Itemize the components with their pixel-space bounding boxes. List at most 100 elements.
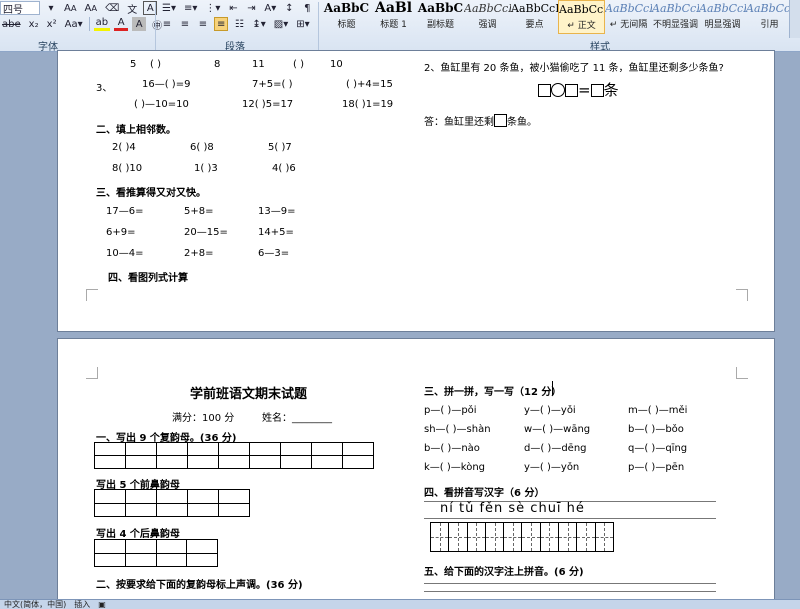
style-name: 引用 [760, 20, 779, 30]
blank-box [565, 84, 578, 97]
style-tile[interactable]: AaBbC 标题 [323, 0, 370, 34]
margin-corner [736, 367, 748, 379]
style-tile[interactable]: AaBbC 副标题 [417, 0, 464, 34]
section-heading: 三、拼一拼，写一写（12 分） [424, 387, 562, 398]
style-name: ↵ 正文 [567, 21, 596, 31]
neighbor-item: 5( )7 [268, 142, 292, 153]
align-left-icon[interactable]: ≡ [160, 17, 174, 31]
styles-scroll[interactable] [789, 0, 800, 38]
font-color-icon[interactable]: A [114, 17, 129, 31]
pinyin-item: y—( )—yǒn [524, 462, 580, 473]
style-tile[interactable]: AaBl 标题 1 [370, 0, 417, 34]
section-heading: 写出 4 个后鼻韵母 [96, 529, 180, 540]
paragraph-row-1: ☰▾ ≡▾ ⋮▾ ⇤ ⇥ A▾ ↕ ¶ [160, 0, 314, 16]
style-sample: AaBbCcD [511, 2, 558, 15]
calc-item: 17—6= [106, 206, 144, 217]
style-sample: AaBbCcDc [652, 2, 699, 15]
style-tile[interactable]: AaBbCcDc ↵ 无间隔 [605, 0, 652, 34]
full-score: 满分：100 分 [172, 413, 235, 424]
macro-icon[interactable]: ▣ [98, 600, 106, 609]
distributed-icon[interactable]: ☷ [232, 17, 246, 31]
style-tile[interactable]: AaBbCcDc 引用 [746, 0, 793, 34]
bullets-icon[interactable]: ☰▾ [160, 1, 178, 15]
style-name: 标题 [337, 20, 356, 30]
change-case-icon[interactable]: Aa▾ [63, 17, 85, 31]
numbering-icon[interactable]: ≡▾ [182, 1, 199, 15]
strikethrough-icon[interactable]: abe [0, 17, 23, 31]
subscript-icon[interactable]: x₂ [27, 17, 41, 31]
multilevel-icon[interactable]: ⋮▾ [203, 1, 222, 15]
style-name: 明显强调 [704, 20, 741, 30]
section-heading: 三、看推算得又对又快。 [96, 188, 206, 199]
align-center-icon[interactable]: ≡ [178, 17, 192, 31]
clear-format-icon[interactable]: ⌫ [103, 1, 121, 15]
q3-item: 18( )1=19 [342, 99, 394, 110]
margin-corner [86, 367, 98, 379]
section-heading: 二、填上相邻数。 [96, 125, 176, 136]
line-spacing-icon[interactable]: ↨▾ [250, 17, 267, 31]
calc-item: 6+9= [106, 227, 136, 238]
q3-item: 7+5=( ) [252, 79, 293, 90]
section-heading: 四、看图列式计算 [108, 273, 188, 284]
calc-item: 2+8= [184, 248, 214, 259]
name-field[interactable]: 姓名：________ [262, 409, 332, 424]
answer-grid-4 [94, 539, 218, 567]
q3-item: 12( )5=17 [242, 99, 294, 110]
language-indicator[interactable]: 中文(简体，中国) [4, 599, 66, 609]
neighbor-item: 4( )6 [272, 163, 296, 174]
margin-corner [86, 289, 98, 301]
operator-circle [551, 83, 565, 97]
increase-indent-icon[interactable]: ⇥ [244, 1, 258, 15]
document-area: 5 ( ) 8 11 ( ) 10 3、 16—( )=9 7+5=( ) ( … [0, 50, 800, 608]
calc-item: 13—9= [258, 206, 296, 217]
q3-item: ( )+4=15 [346, 79, 393, 90]
calc-item: 5+8= [184, 206, 214, 217]
page-2[interactable]: 学前班语文期末试题 满分：100 分 姓名：________ 一、写出 9 个复… [57, 338, 775, 608]
font-size-dropdown-icon[interactable]: ▾ [44, 1, 58, 15]
highlight-icon[interactable]: ab [93, 17, 111, 31]
insert-mode[interactable]: 插入 [74, 599, 90, 609]
q3-item: 16—( )=9 [142, 79, 191, 90]
style-tile[interactable]: AaBbCcDc ↵ 正文 [558, 0, 605, 34]
group-divider [155, 2, 156, 50]
show-marks-icon[interactable]: ¶ [300, 1, 314, 15]
chinese-layout-icon[interactable]: A▾ [262, 1, 278, 15]
justify-icon[interactable]: ≡ [214, 17, 229, 31]
align-right-icon[interactable]: ≡ [196, 17, 210, 31]
pinyin-item: d—( )—dēng [524, 443, 587, 454]
style-sample: AaBbCcD [464, 2, 511, 15]
char-shading-icon[interactable]: A [132, 17, 147, 31]
shrink-font-icon[interactable]: AA [83, 1, 100, 15]
page-1[interactable]: 5 ( ) 8 11 ( ) 10 3、 16—( )=9 7+5=( ) ( … [57, 50, 775, 332]
superscript-icon[interactable]: x² [45, 17, 59, 31]
borders-icon[interactable]: ⊞▾ [294, 17, 311, 31]
paragraph-row-2: ≡ ≡ ≡ ≡ ☷ ↨▾ ▨▾ ⊞▾ [160, 16, 312, 32]
calc-item: 10—4= [106, 248, 144, 259]
font-row-1: 四号 ▾ AA AA ⌫ 文 A [0, 0, 158, 16]
style-tile[interactable]: AaBbCcDc 不明显强调 [652, 0, 699, 34]
style-tile[interactable]: AaBbCcD 要点 [511, 0, 558, 34]
blank-box [590, 84, 604, 97]
style-sample: AaBbC [417, 1, 464, 15]
answer-line: 答：鱼缸里还剩 条鱼。 [424, 113, 537, 128]
top-item-4: 11 [252, 59, 265, 70]
answer-suffix: 条鱼。 [507, 117, 537, 128]
sort-icon[interactable]: ↕ [282, 1, 296, 15]
pinyin-item: p—( )—pǒi [424, 405, 477, 416]
phonetic-guide-icon[interactable]: 文 [125, 1, 139, 16]
top-item-3: 8 [214, 59, 221, 70]
pinyin-item: p—( )—pēn [628, 462, 685, 473]
decrease-indent-icon[interactable]: ⇤ [226, 1, 240, 15]
grow-font-icon[interactable]: AA [62, 1, 79, 15]
neighbor-item: 8( )10 [112, 163, 143, 174]
status-bar: 中文(简体，中国) 插入 ▣ [0, 599, 800, 609]
shading-icon[interactable]: ▨▾ [272, 17, 290, 31]
text-cursor [552, 381, 553, 395]
calc-item: 14+5= [258, 227, 294, 238]
blank-box [538, 84, 551, 97]
pinyin-item: sh—( )—shàn [424, 424, 491, 435]
style-tile[interactable]: AaBbCcDc 明显强调 [699, 0, 746, 34]
style-tile[interactable]: AaBbCcD 强调 [464, 0, 511, 34]
group-divider [318, 2, 319, 50]
font-size-box[interactable]: 四号 [0, 1, 40, 16]
